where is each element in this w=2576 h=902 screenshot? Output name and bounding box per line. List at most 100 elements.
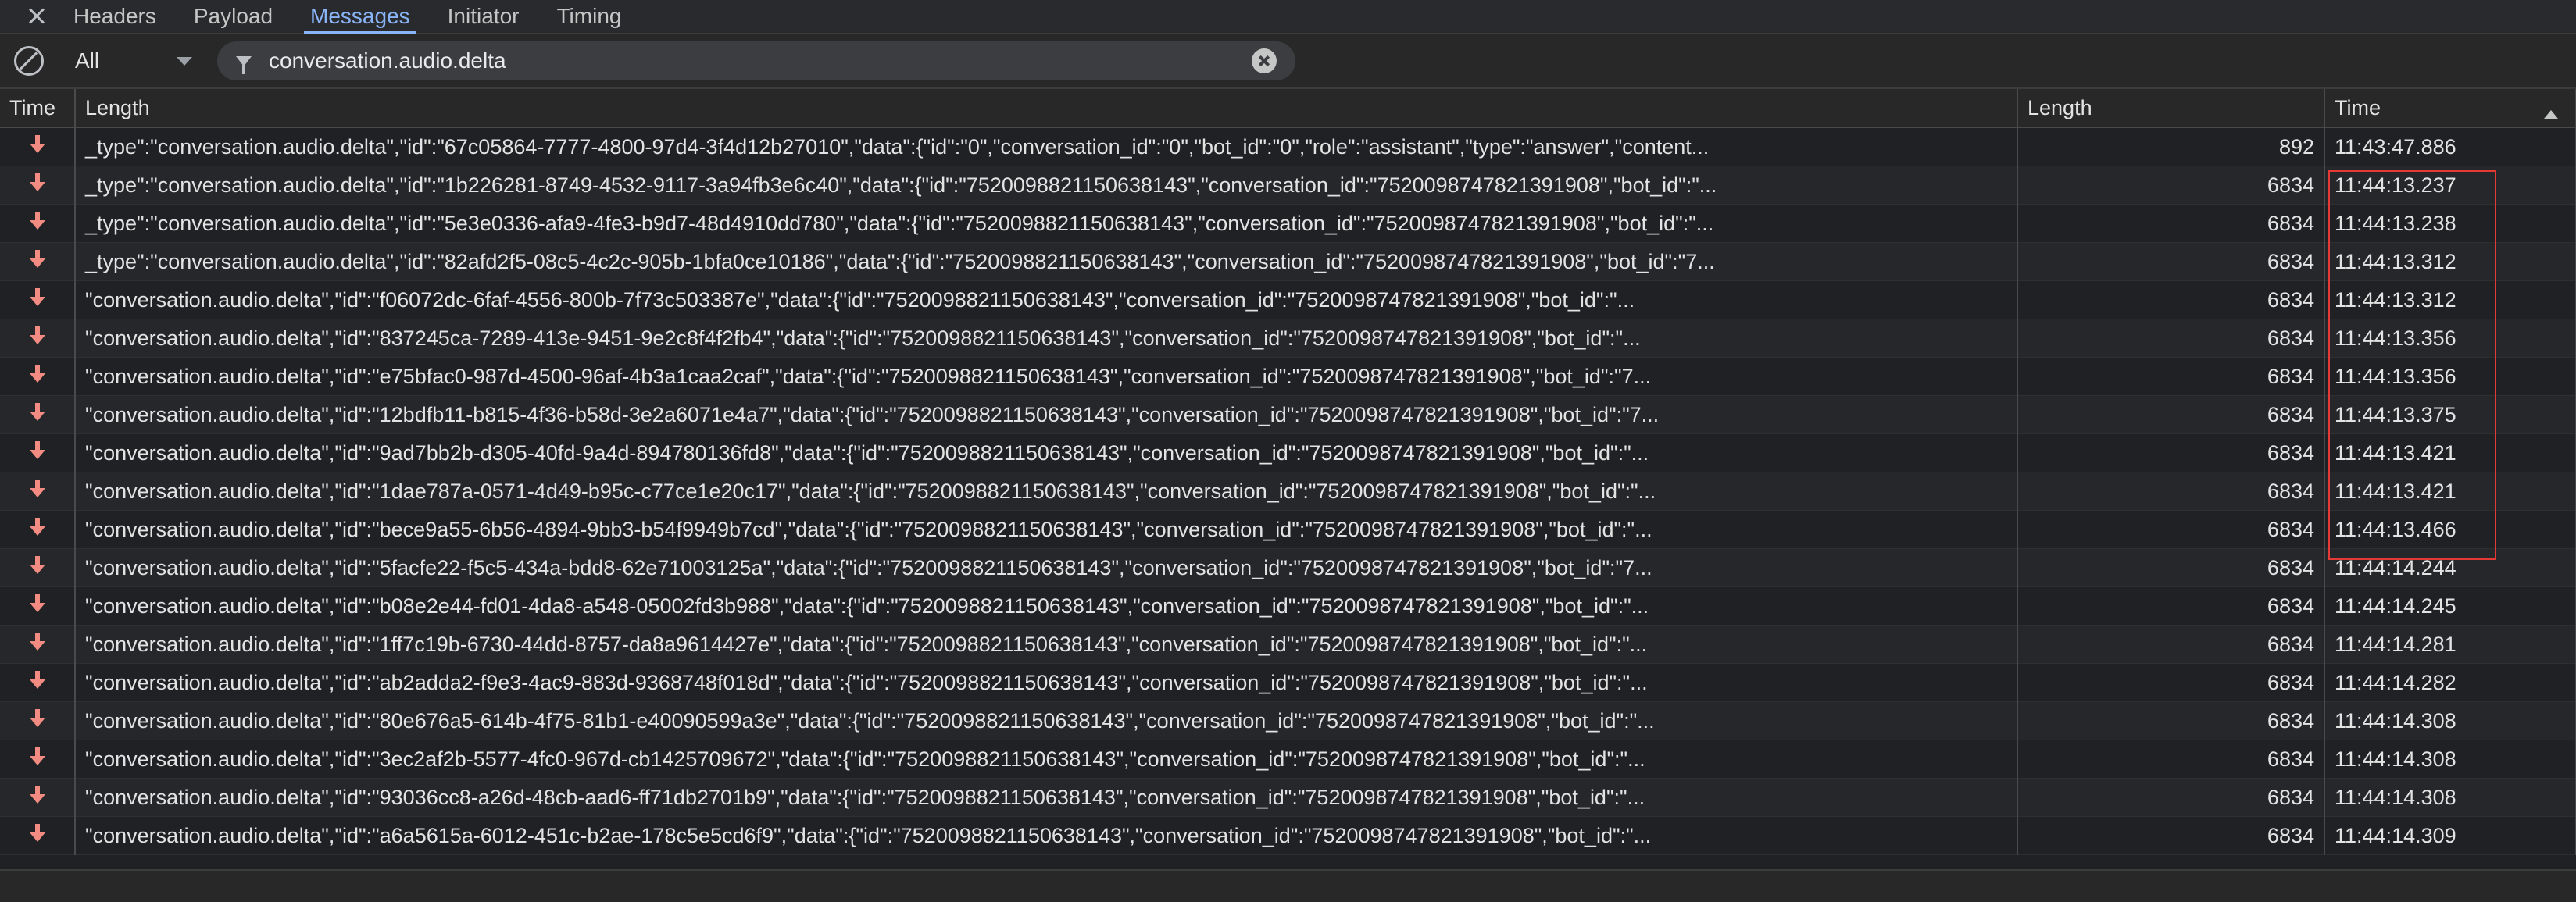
message-time-cell: 11:44:13.312	[2324, 280, 2576, 319]
arrow-down-icon	[29, 479, 45, 498]
arrow-down-icon	[29, 173, 45, 192]
chevron-down-icon	[177, 56, 192, 66]
column-header-time[interactable]: Time	[2324, 89, 2576, 128]
arrow-down-icon	[29, 402, 45, 422]
tab-headers[interactable]: Headers	[55, 0, 175, 33]
message-length-cell: 6834	[2017, 319, 2325, 358]
filter-search-box	[217, 41, 1295, 80]
message-length-cell: 6834	[2017, 280, 2325, 319]
arrow-down-icon	[29, 517, 45, 537]
arrow-down-icon	[29, 594, 45, 613]
message-data-cell: _type":"conversation.audio.delta","id":"…	[75, 204, 2018, 243]
message-data-cell: "conversation.audio.delta","id":"b08e2e4…	[75, 586, 2018, 626]
table-row[interactable]: _type":"conversation.audio.delta","id":"…	[0, 242, 2576, 281]
tab-payload[interactable]: Payload	[175, 0, 291, 33]
table-row[interactable]: "conversation.audio.delta","id":"80e676a…	[0, 701, 2576, 740]
table-header-row: Time Length Length Time	[0, 89, 2576, 128]
arrow-down-icon	[29, 326, 45, 345]
column-header-data[interactable]: Length	[75, 89, 2018, 128]
message-length-cell: 6834	[2017, 778, 2325, 817]
message-type-select[interactable]: All	[75, 48, 200, 73]
arrow-down-icon	[29, 249, 45, 269]
message-time-cell: 11:44:13.421	[2324, 433, 2576, 472]
message-length-cell: 6834	[2017, 586, 2325, 626]
direction-cell	[0, 433, 76, 472]
close-icon[interactable]	[19, 0, 55, 33]
messages-filter-bar: All	[0, 34, 2576, 89]
message-data-cell: "conversation.audio.delta","id":"a6a5615…	[75, 816, 2018, 855]
direction-cell	[0, 280, 76, 319]
direction-cell	[0, 548, 76, 587]
message-data-cell: "conversation.audio.delta","id":"1ff7c19…	[75, 625, 2018, 664]
table-row[interactable]: "conversation.audio.delta","id":"b08e2e4…	[0, 586, 2576, 626]
message-length-cell: 6834	[2017, 625, 2325, 664]
table-row[interactable]: "conversation.audio.delta","id":"12bdfb1…	[0, 395, 2576, 434]
message-data-cell: "conversation.audio.delta","id":"12bdfb1…	[75, 395, 2018, 434]
direction-cell	[0, 586, 76, 626]
message-time-cell: 11:44:13.356	[2324, 357, 2576, 396]
message-time-cell: 11:44:14.308	[2324, 701, 2576, 740]
message-length-cell: 6834	[2017, 204, 2325, 243]
filter-input[interactable]	[267, 48, 1208, 74]
table-row[interactable]: _type":"conversation.audio.delta","id":"…	[0, 204, 2576, 243]
message-type-value: All	[75, 48, 100, 73]
message-data-cell: _type":"conversation.audio.delta","id":"…	[75, 166, 2018, 205]
message-time-cell: 11:44:13.237	[2324, 166, 2576, 205]
table-row[interactable]: "conversation.audio.delta","id":"5facfe2…	[0, 548, 2576, 587]
direction-cell	[0, 701, 76, 740]
message-data-cell: "conversation.audio.delta","id":"5facfe2…	[75, 548, 2018, 587]
message-time-cell: 11:44:13.421	[2324, 472, 2576, 511]
table-row[interactable]: "conversation.audio.delta","id":"93036cc…	[0, 778, 2576, 817]
message-time-cell: 11:44:14.281	[2324, 625, 2576, 664]
message-data-cell: _type":"conversation.audio.delta","id":"…	[75, 242, 2018, 281]
message-length-cell: 6834	[2017, 433, 2325, 472]
direction-cell	[0, 510, 76, 549]
message-time-cell: 11:43:47.886	[2324, 127, 2576, 166]
table-row[interactable]: _type":"conversation.audio.delta","id":"…	[0, 127, 2576, 166]
direction-cell	[0, 816, 76, 855]
message-length-cell: 6834	[2017, 510, 2325, 549]
message-data-cell: _type":"conversation.audio.delta","id":"…	[75, 127, 2018, 166]
message-data-cell: "conversation.audio.delta","id":"f06072d…	[75, 280, 2018, 319]
table-row[interactable]: "conversation.audio.delta","id":"a6a5615…	[0, 816, 2576, 855]
arrow-down-icon	[29, 364, 45, 383]
column-header-time-icon[interactable]: Time	[0, 89, 76, 128]
table-row[interactable]: "conversation.audio.delta","id":"e75bfac…	[0, 357, 2576, 396]
message-length-cell: 6834	[2017, 701, 2325, 740]
clear-search-icon[interactable]	[1252, 48, 1277, 73]
message-data-cell: "conversation.audio.delta","id":"ab2adda…	[75, 663, 2018, 702]
tab-messages[interactable]: Messages	[291, 0, 429, 34]
table-row[interactable]: "conversation.audio.delta","id":"837245c…	[0, 319, 2576, 358]
arrow-down-icon	[29, 670, 45, 690]
message-time-cell: 11:44:14.309	[2324, 816, 2576, 855]
message-data-cell: "conversation.audio.delta","id":"3ec2af2…	[75, 740, 2018, 779]
direction-cell	[0, 166, 76, 205]
table-row[interactable]: "conversation.audio.delta","id":"bece9a5…	[0, 510, 2576, 549]
message-length-cell: 6834	[2017, 242, 2325, 281]
clear-messages-icon[interactable]	[14, 46, 44, 76]
table-row[interactable]: "conversation.audio.delta","id":"9ad7bb2…	[0, 433, 2576, 472]
direction-cell	[0, 319, 76, 358]
tab-initiator[interactable]: Initiator	[429, 0, 538, 33]
table-row[interactable]: "conversation.audio.delta","id":"1dae787…	[0, 472, 2576, 511]
table-row[interactable]: _type":"conversation.audio.delta","id":"…	[0, 166, 2576, 205]
message-data-cell: "conversation.audio.delta","id":"e75bfac…	[75, 357, 2018, 396]
table-row[interactable]: "conversation.audio.delta","id":"1ff7c19…	[0, 625, 2576, 664]
message-data-cell: "conversation.audio.delta","id":"bece9a5…	[75, 510, 2018, 549]
arrow-down-icon	[29, 708, 45, 728]
message-length-cell: 6834	[2017, 548, 2325, 587]
devtools-tab-bar: Headers Payload Messages Initiator Timin…	[0, 0, 2576, 34]
filter-icon	[236, 55, 252, 74]
message-time-cell: 11:44:13.356	[2324, 319, 2576, 358]
direction-cell	[0, 204, 76, 243]
column-header-length[interactable]: Length	[2017, 89, 2325, 128]
arrow-down-icon	[29, 211, 45, 230]
message-time-cell: 11:44:13.238	[2324, 204, 2576, 243]
tab-timing[interactable]: Timing	[538, 0, 640, 33]
direction-cell	[0, 663, 76, 702]
column-header-time-label: Time	[2335, 95, 2381, 119]
table-row[interactable]: "conversation.audio.delta","id":"f06072d…	[0, 280, 2576, 319]
message-time-cell: 11:44:14.308	[2324, 740, 2576, 779]
table-row[interactable]: "conversation.audio.delta","id":"3ec2af2…	[0, 740, 2576, 779]
table-row[interactable]: "conversation.audio.delta","id":"ab2adda…	[0, 663, 2576, 702]
